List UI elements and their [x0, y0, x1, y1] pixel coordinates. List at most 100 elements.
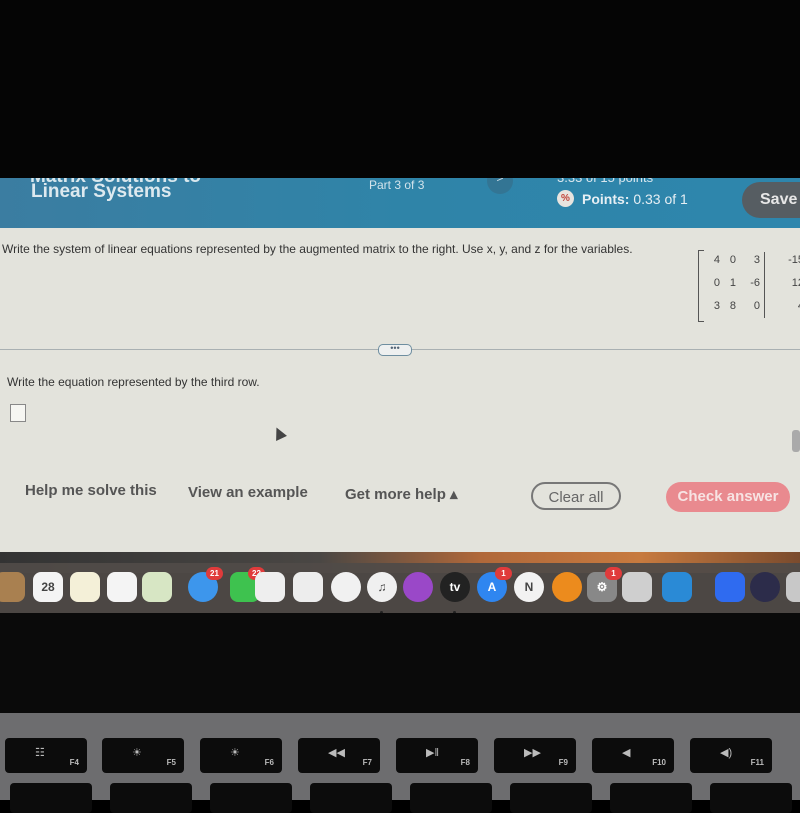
dock-calendar-icon[interactable]: 28	[33, 572, 63, 602]
view-example-link[interactable]: View an example	[188, 484, 308, 501]
matrix-cell: 0	[713, 277, 720, 289]
laptop-keyboard: ☷ F4 ☀ F5 ☀ F6 ◀◀ F7 ▶‖ F8 ▶▶ F9 ◀ F10 ◀) F11	[0, 713, 800, 813]
notification-badge: 21	[206, 567, 223, 580]
key-label: F10	[652, 758, 666, 767]
question-points: % Points: 0.33 of 1	[557, 190, 688, 207]
dock-system-preferences-icon[interactable]: ⚙ 1	[587, 567, 622, 602]
number-row-key[interactable]	[510, 783, 592, 813]
number-row-key[interactable]	[310, 783, 392, 813]
partial-credit-icon: %	[557, 190, 574, 207]
dock-icon-label: N	[524, 580, 534, 594]
matrix-cell: 8	[729, 300, 736, 312]
number-row-key[interactable]	[710, 783, 792, 813]
laptop-bezel	[0, 613, 800, 713]
key-symbol-icon: ◀	[622, 747, 631, 759]
dock-preview-icon[interactable]	[786, 572, 800, 602]
dock-maps-icon[interactable]	[142, 572, 172, 602]
key-symbol-icon: ☷	[35, 747, 45, 759]
dock-news-icon[interactable]: N	[514, 572, 544, 602]
key-label: F6	[264, 758, 274, 767]
key-symbol-icon: ☀	[230, 747, 240, 759]
key-symbol-icon: ▶▶	[524, 747, 541, 759]
clear-all-button[interactable]: Clear all	[531, 482, 621, 510]
function-key-f8[interactable]: ▶‖ F8	[396, 738, 478, 773]
function-key-f9[interactable]: ▶▶ F9	[494, 738, 576, 773]
matrix-cell: -6	[750, 277, 760, 289]
assignment-header: Matrix Solutions to Linear Systems Part …	[0, 178, 800, 228]
notification-badge: 1	[495, 567, 512, 580]
function-key-f4[interactable]: ☷ F4	[5, 738, 87, 773]
matrix-cell: 4	[782, 300, 800, 312]
matrix-cell: 0	[729, 254, 736, 266]
dock-zoom-icon[interactable]	[715, 572, 745, 602]
dock-script-editor-icon[interactable]	[255, 572, 285, 602]
function-key-f7[interactable]: ◀◀ F7	[298, 738, 380, 773]
matrix-cell: 3	[713, 300, 720, 312]
key-label: F11	[750, 758, 764, 767]
dock-app-folder-icon[interactable]	[662, 572, 692, 602]
key-symbol-icon: ◀◀	[328, 747, 345, 759]
number-row-key[interactable]	[410, 783, 492, 813]
augmented-matrix: 403-1501-6123804	[698, 250, 800, 322]
points-value: 0.33 of 1	[633, 190, 688, 207]
number-row-key[interactable]	[610, 783, 692, 813]
dock-app-store-icon[interactable]: A1	[477, 567, 512, 602]
dock-podcasts-icon[interactable]	[403, 572, 433, 602]
dock-music-icon[interactable]: ♫	[367, 572, 397, 602]
number-row-key[interactable]	[10, 783, 92, 813]
mouse-cursor-icon	[271, 425, 287, 441]
next-question-button[interactable]: >	[487, 178, 513, 194]
dock-vpn-icon[interactable]	[750, 572, 780, 602]
macos-dock: 282122♫tvA1N⚙1	[0, 563, 800, 614]
dock-reminders-icon[interactable]	[107, 572, 137, 602]
save-button[interactable]: Save	[742, 182, 800, 218]
matrix-cell: 3	[753, 254, 760, 266]
dock-numbers-icon[interactable]	[293, 572, 323, 602]
dock-photos-icon[interactable]	[331, 572, 361, 602]
key-label: F8	[460, 758, 470, 767]
dock-icon-label: tv	[449, 580, 461, 594]
dock-roblox-icon[interactable]	[622, 572, 652, 602]
matrix-augment-separator	[764, 252, 765, 318]
matrix-cell: 12	[791, 277, 800, 289]
key-label: F4	[69, 758, 79, 767]
answer-input[interactable]	[10, 404, 26, 422]
section-title: Linear Systems	[31, 181, 172, 202]
matrix-cell: 0	[753, 300, 760, 312]
matrix-cell: -15	[788, 254, 800, 266]
dock-contacts-icon[interactable]	[0, 572, 25, 602]
pane-resize-handle[interactable]: •••	[378, 344, 412, 356]
key-symbol-icon: ☀	[132, 747, 142, 759]
dock-icon-label: ⚙	[596, 580, 608, 594]
function-key-f10[interactable]: ◀ F10	[592, 738, 674, 773]
scrollbar-thumb[interactable]	[792, 430, 800, 452]
question-text: Write the system of linear equations rep…	[2, 242, 633, 256]
function-key-f5[interactable]: ☀ F5	[102, 738, 184, 773]
key-label: F9	[558, 758, 568, 767]
key-symbol-icon: ◀)	[720, 747, 733, 759]
key-symbol-icon: ▶‖	[426, 747, 440, 759]
dock-notes-icon[interactable]	[70, 572, 100, 602]
matrix-cell: 4	[713, 254, 720, 266]
dock-books-icon[interactable]	[552, 572, 582, 602]
points-label: Points:	[582, 190, 630, 207]
dock-icon-label: ♫	[377, 580, 387, 594]
dock-icon-label: A	[487, 580, 497, 594]
notification-badge: 1	[605, 567, 622, 580]
check-answer-button[interactable]: Check answer	[666, 482, 790, 512]
total-score: 3.33 of 15 points	[557, 178, 653, 185]
browser-content: Matrix Solutions to Linear Systems Part …	[0, 178, 800, 573]
function-key-f11[interactable]: ◀) F11	[690, 738, 772, 773]
get-more-help-link[interactable]: Get more help ▴	[345, 485, 458, 503]
sub-question-text: Write the equation represented by the th…	[7, 375, 260, 389]
key-label: F5	[166, 758, 176, 767]
dock-messages-icon[interactable]: 21	[188, 567, 223, 602]
dock-icon-label: 28	[41, 580, 55, 594]
dock-apple-tv-icon[interactable]: tv	[440, 572, 470, 602]
number-row-key[interactable]	[210, 783, 292, 813]
help-me-solve-link[interactable]: Help me solve this	[25, 482, 157, 499]
function-key-f6[interactable]: ☀ F6	[200, 738, 282, 773]
key-label: F7	[362, 758, 372, 767]
number-row-key[interactable]	[110, 783, 192, 813]
matrix-cell: 1	[729, 277, 736, 289]
